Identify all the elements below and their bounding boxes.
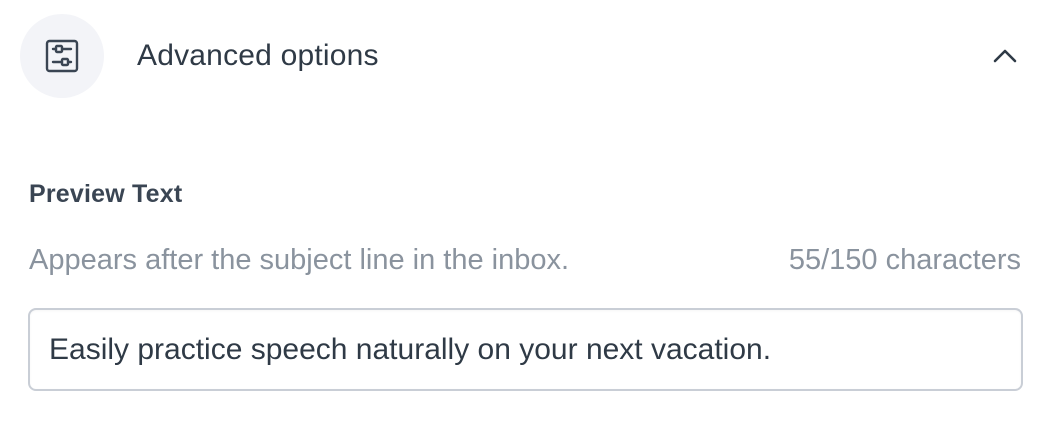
preview-text-input[interactable]	[28, 308, 1023, 391]
character-count: 55/150 characters	[788, 244, 1021, 276]
preview-text-helper: Appears after the subject line in the in…	[29, 244, 570, 276]
chevron-up-icon[interactable]	[990, 42, 1020, 70]
advanced-options-title: Advanced options	[137, 39, 379, 72]
advanced-options-header[interactable]: Advanced options	[0, 0, 1050, 112]
sliders-icon	[44, 38, 80, 74]
advanced-options-icon-badge	[20, 14, 104, 98]
preview-text-label: Preview Text	[29, 180, 183, 208]
